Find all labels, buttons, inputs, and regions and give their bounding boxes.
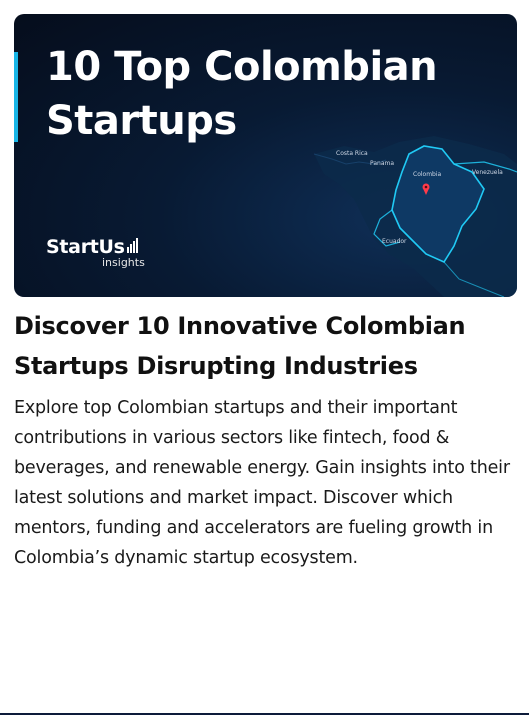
article-card[interactable]: Costa Rica Panama Colombia Venezuela Ecu…: [14, 14, 517, 568]
startus-insights-logo: StartUs insights: [46, 236, 145, 269]
map-label-venezuela: Venezuela: [472, 169, 503, 176]
article-description: Explore top Colombian startups and their…: [14, 398, 510, 568]
map-label-colombia: Colombia: [413, 171, 442, 178]
bar-chart-icon: [126, 238, 139, 257]
article-heading[interactable]: Discover 10 Innovative Colombian Startup…: [14, 306, 517, 386]
hero-title: 10 Top Colombian Startups: [46, 44, 438, 144]
map-label-costa-rica: Costa Rica: [336, 150, 368, 157]
hero-image[interactable]: Costa Rica Panama Colombia Venezuela Ecu…: [14, 14, 517, 297]
logo-brand-text: StartUs: [46, 236, 125, 258]
logo-sub-text: insights: [102, 256, 145, 269]
accent-bar: [14, 52, 18, 142]
map-label-panama: Panama: [370, 160, 394, 167]
map-label-ecuador: Ecuador: [382, 238, 407, 245]
